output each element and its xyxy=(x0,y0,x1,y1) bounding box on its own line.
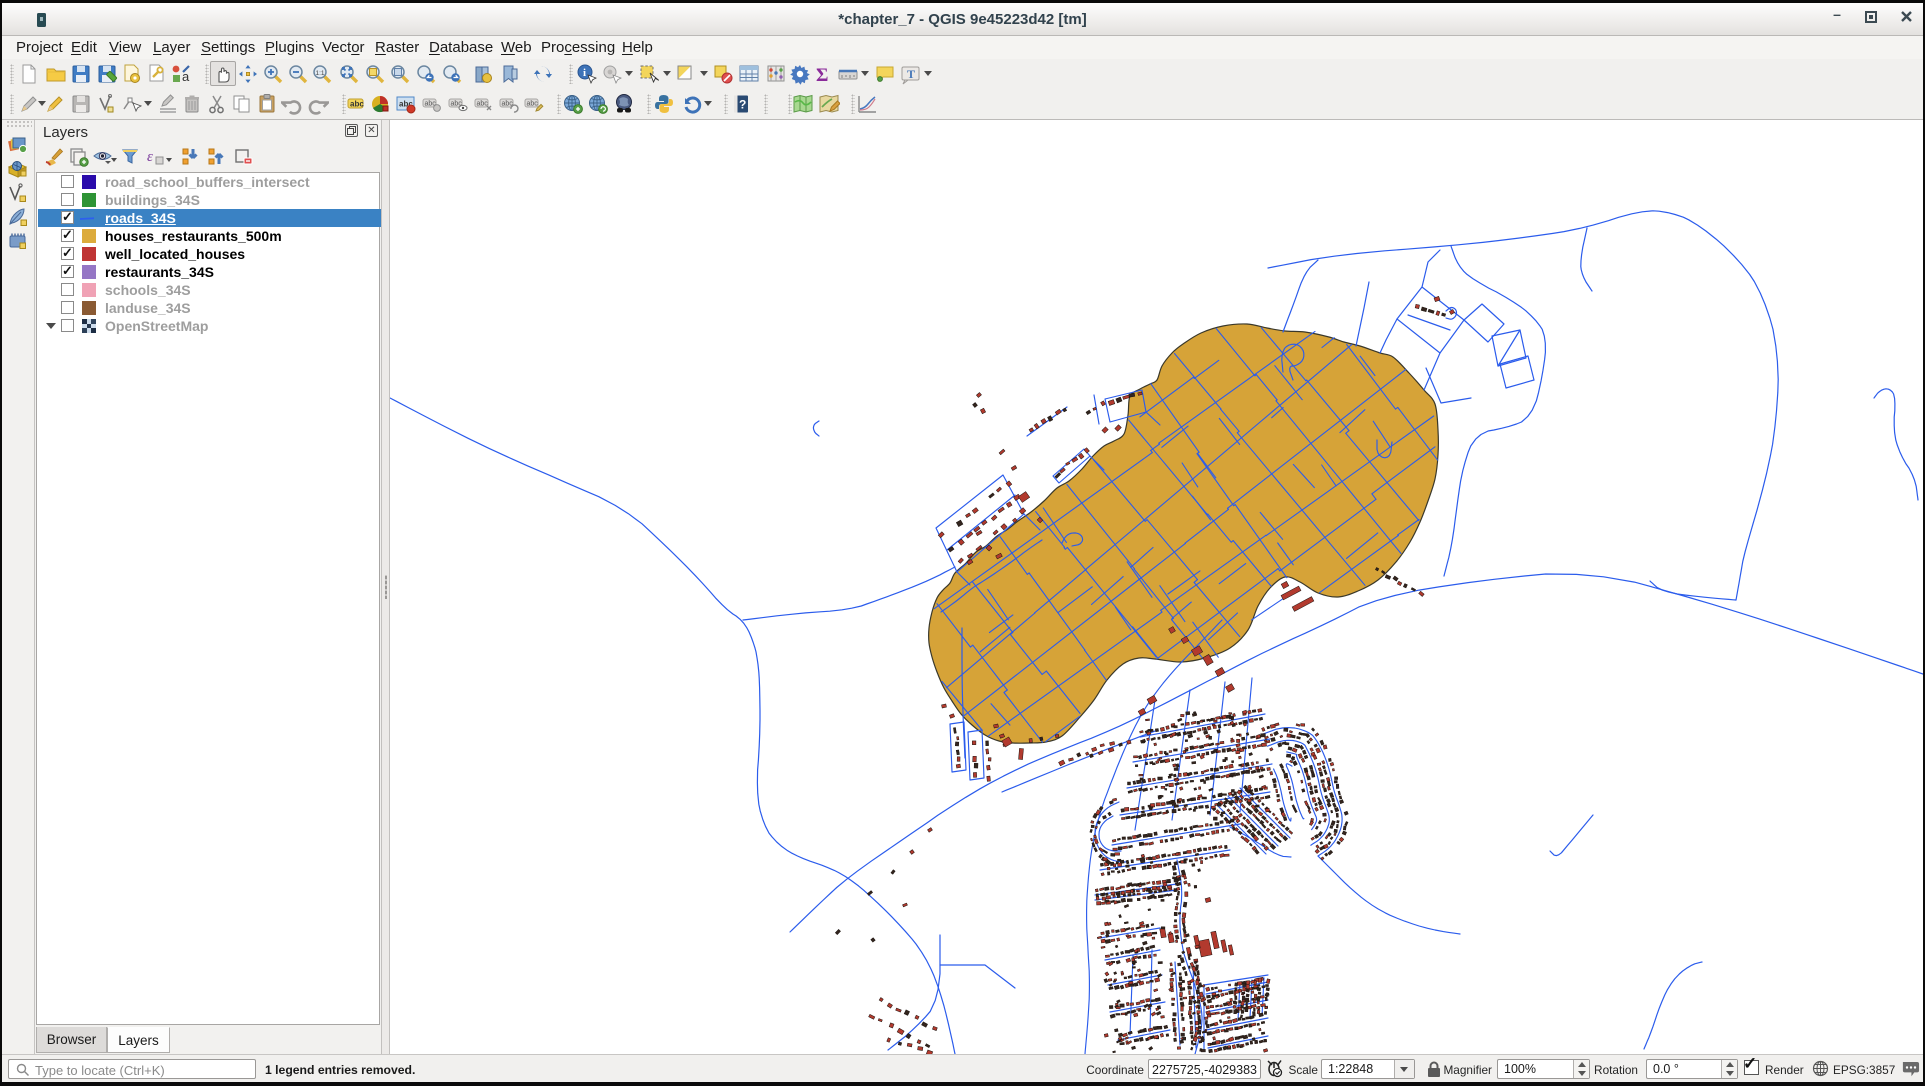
svg-text:ε: ε xyxy=(147,149,153,165)
svg-text:i: i xyxy=(583,67,586,79)
svg-text:abc: abc xyxy=(350,100,364,109)
svg-text:Σ: Σ xyxy=(816,65,828,85)
svg-text:abc: abc xyxy=(527,101,539,108)
svg-text:abc: abc xyxy=(477,101,489,108)
svg-text:T: T xyxy=(907,67,915,81)
svg-text:?: ? xyxy=(739,98,746,112)
svg-text:1:1: 1:1 xyxy=(316,70,325,77)
